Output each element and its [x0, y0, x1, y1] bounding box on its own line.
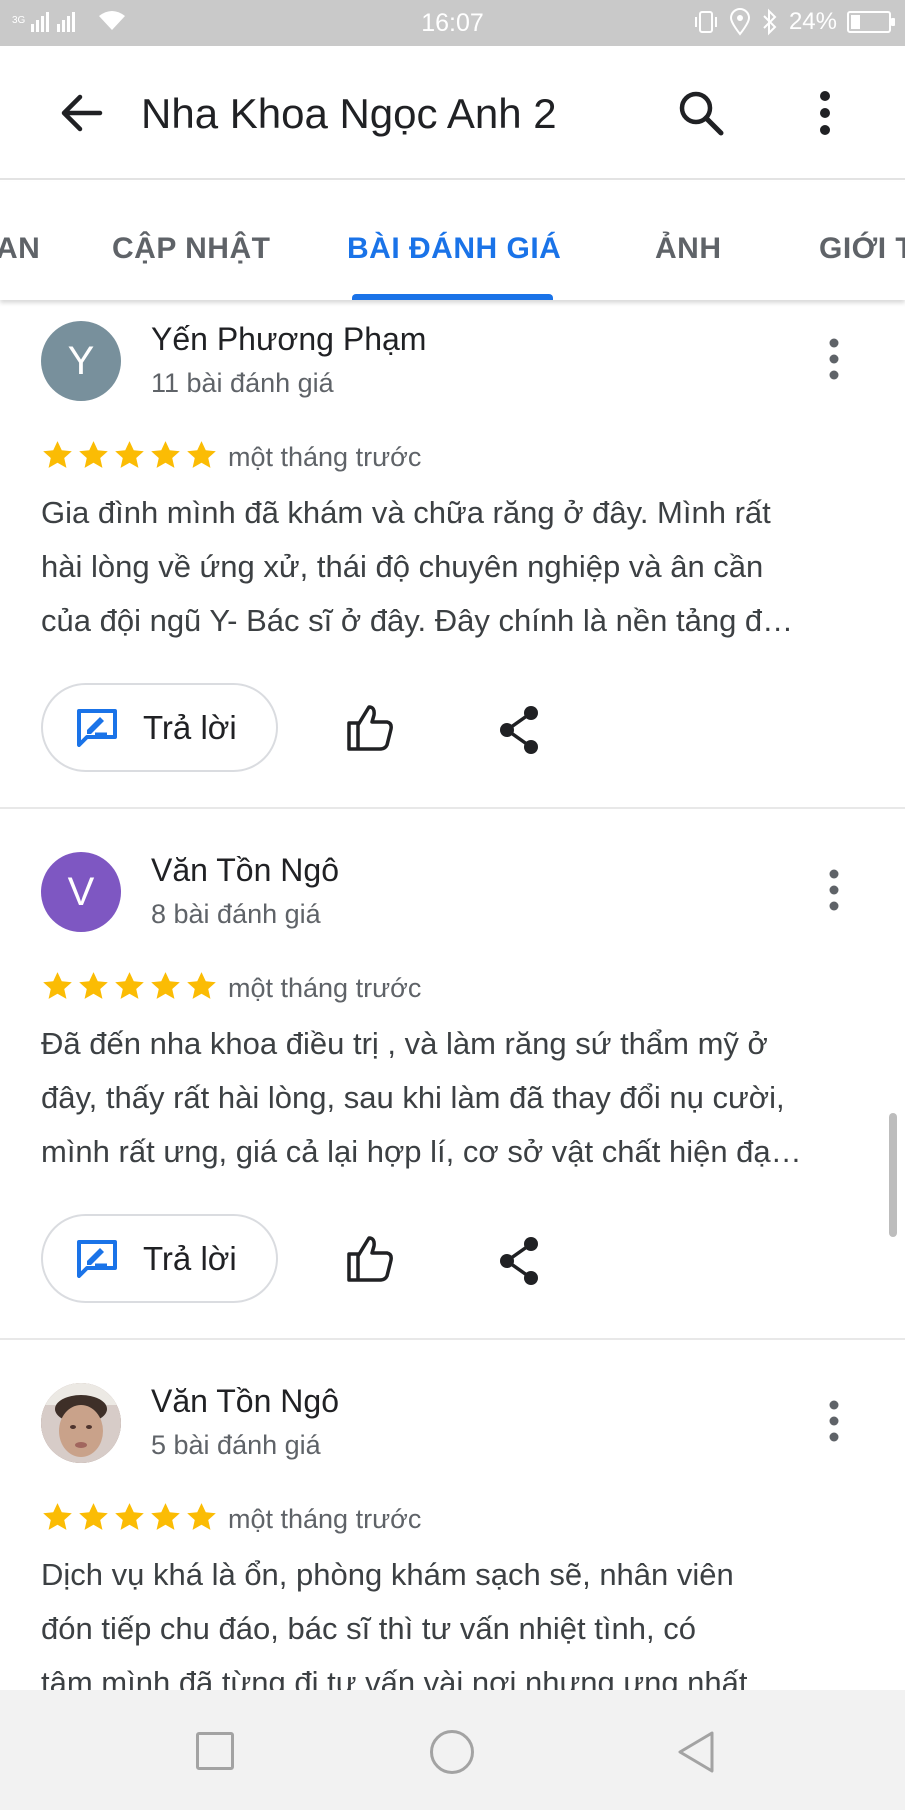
star-rating	[41, 1501, 218, 1534]
review-text-line: của đội ngũ Y- Bác sĩ ở đây. Đây chính l…	[41, 603, 794, 638]
review-count: 11 bài đánh giá	[151, 368, 334, 398]
star-icon	[115, 972, 144, 999]
star-icon	[43, 441, 72, 468]
review-time: một tháng trước	[228, 442, 422, 472]
review-text-line: đây, thấy rất hài lòng, sau khi làm đã t…	[41, 1080, 785, 1115]
review-text[interactable]: Gia đình mình đã khám và chữa răng ở đây…	[41, 486, 871, 648]
app-bar: Nha Khoa Ngọc Anh 2	[0, 46, 905, 180]
back-arrow-icon[interactable]	[58, 90, 104, 136]
review-text-line: tâm mình đã từng đi tư vấn vài nơi nhưng…	[41, 1665, 748, 1690]
star-icon	[115, 1503, 144, 1530]
review-more-icon[interactable]	[820, 337, 848, 381]
star-icon	[187, 972, 216, 999]
battery-percent: 24%	[788, 8, 837, 35]
avatar[interactable]	[41, 1383, 121, 1463]
avatar[interactable]: Y	[41, 321, 121, 401]
divider	[0, 807, 905, 809]
battery-level	[851, 15, 860, 29]
location-icon	[729, 8, 750, 36]
star-icon	[43, 972, 72, 999]
back-button-icon[interactable]	[674, 1728, 718, 1776]
review-text-line: hài lòng về ứng xử, thái độ chuyên nghiệ…	[41, 549, 764, 584]
star-icon	[43, 1503, 72, 1530]
reply-label: Trả lời	[143, 709, 237, 746]
tab-photos[interactable]: ẢNH	[655, 232, 722, 266]
share-icon[interactable]	[497, 705, 541, 755]
review-more-icon[interactable]	[820, 1399, 848, 1443]
reply-button[interactable]: Trả lời	[41, 1214, 278, 1303]
star-icon	[79, 1503, 108, 1530]
home-button-icon[interactable]	[430, 1730, 474, 1774]
review-text-line: Đã đến nha khoa điều trị , và làm răng s…	[41, 1026, 768, 1061]
tab-overview[interactable]: AN	[0, 232, 40, 266]
system-indicators: 24%	[693, 8, 895, 36]
star-icon	[79, 441, 108, 468]
review-author[interactable]: Văn Tồn Ngô	[151, 1383, 339, 1420]
vibrate-icon	[694, 11, 717, 33]
star-icon	[151, 972, 180, 999]
tab-updates[interactable]: CẬP NHẬT	[112, 232, 270, 266]
star-rating	[41, 970, 218, 1003]
star-icon	[187, 1503, 216, 1530]
star-icon	[151, 441, 180, 468]
page-title: Nha Khoa Ngọc Anh 2	[141, 90, 557, 137]
tab-reviews[interactable]: BÀI ĐÁNH GIÁ	[347, 232, 561, 266]
review-count: 8 bài đánh giá	[151, 899, 321, 929]
star-icon	[187, 441, 216, 468]
reply-edit-icon	[77, 709, 117, 747]
reply-label: Trả lời	[143, 1240, 237, 1277]
review-time: một tháng trước	[228, 973, 422, 1003]
review-text-line: Gia đình mình đã khám và chữa răng ở đây…	[41, 495, 771, 530]
active-tab-indicator	[352, 294, 553, 300]
avatar-initial: Y	[67, 338, 95, 383]
more-vert-icon[interactable]	[810, 90, 840, 136]
review-text-line: mình rất ưng, giá cả lại hợp lí, cơ sở v…	[41, 1134, 802, 1169]
avatar[interactable]: V	[41, 852, 121, 932]
share-icon[interactable]	[497, 1236, 541, 1286]
tab-bar: AN CẬP NHẬT BÀI ĐÁNH GIÁ ẢNH GIỚI T	[0, 182, 905, 300]
divider	[0, 1338, 905, 1340]
system-nav-bar	[0, 1690, 905, 1810]
review-author[interactable]: Yến Phương Phạm	[151, 321, 426, 358]
star-icon	[115, 441, 144, 468]
reply-edit-icon	[77, 1240, 117, 1278]
review-author[interactable]: Văn Tồn Ngô	[151, 852, 339, 889]
review-text-line: Dịch vụ khá là ổn, phòng khám sạch sẽ, n…	[41, 1557, 734, 1592]
reply-button[interactable]: Trả lời	[41, 683, 278, 772]
review-text[interactable]: Đã đến nha khoa điều trị , và làm răng s…	[41, 1017, 871, 1179]
review-list[interactable]: Y Yến Phương Phạm 11 bài đánh giá một th…	[0, 300, 905, 1690]
recents-button-icon[interactable]	[196, 1732, 234, 1770]
review-text[interactable]: Dịch vụ khá là ổn, phòng khám sạch sẽ, n…	[41, 1548, 871, 1690]
status-bar: 3G 16:07 24%	[0, 0, 905, 46]
tab-about[interactable]: GIỚI T	[819, 232, 905, 266]
thumbs-up-icon[interactable]	[345, 703, 395, 753]
avatar-photo	[41, 1383, 121, 1463]
search-icon[interactable]	[676, 88, 726, 138]
bluetooth-icon	[763, 8, 777, 36]
review-text-line: đón tiếp chu đáo, bác sĩ thì tư vấn nhiệ…	[41, 1611, 696, 1646]
star-icon	[151, 1503, 180, 1530]
star-icon	[79, 972, 108, 999]
thumbs-up-icon[interactable]	[345, 1234, 395, 1284]
review-more-icon[interactable]	[820, 868, 848, 912]
review-time: một tháng trước	[228, 1504, 422, 1534]
review-count: 5 bài đánh giá	[151, 1430, 321, 1460]
scrollbar[interactable]	[889, 1113, 897, 1237]
battery-icon	[847, 11, 895, 33]
star-rating	[41, 439, 218, 472]
avatar-initial: V	[67, 869, 95, 914]
